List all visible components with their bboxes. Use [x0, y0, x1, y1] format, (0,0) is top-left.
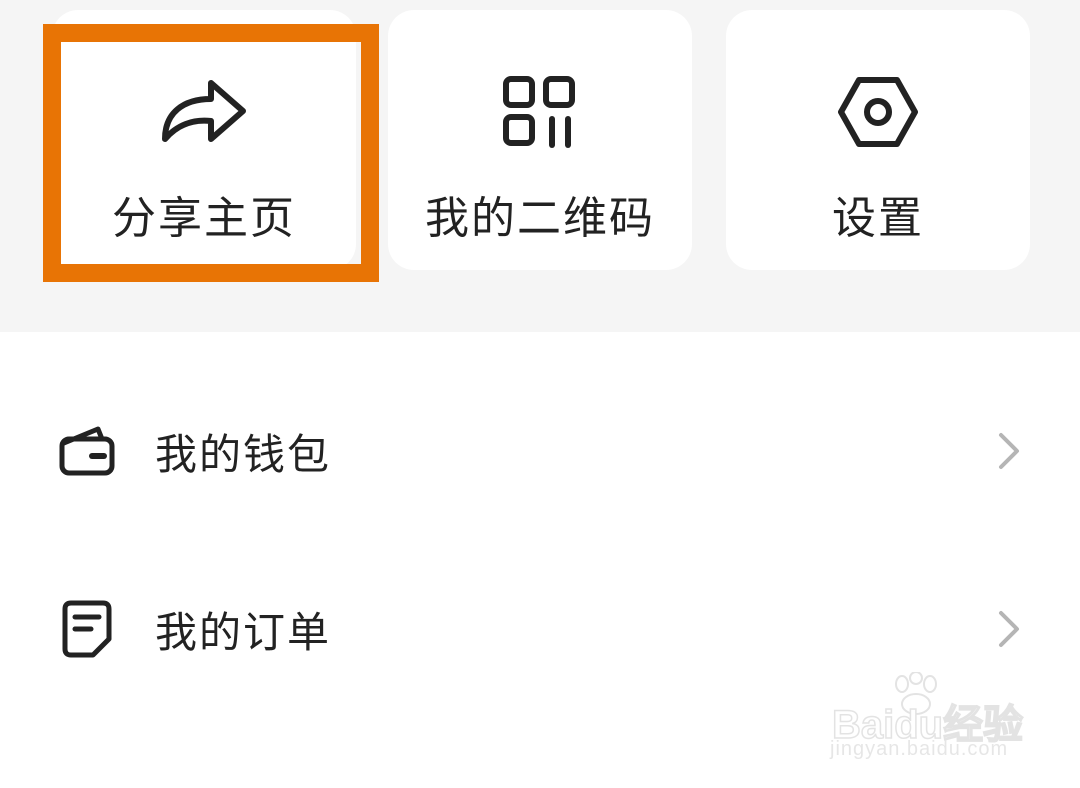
my-qr-code-label: 我的二维码: [425, 193, 655, 244]
settings-label: 设置: [832, 193, 924, 244]
wallet-icon: [58, 422, 116, 480]
share-homepage-label: 分享主页: [112, 193, 296, 244]
settings-card[interactable]: 设置: [726, 10, 1030, 270]
watermark-url: jingyan.baidu.com: [830, 738, 1009, 760]
wallet-label: 我的钱包: [155, 429, 332, 479]
menu-item-orders[interactable]: 我的订单: [0, 554, 1080, 704]
menu-item-wallet[interactable]: 我的钱包: [0, 376, 1080, 526]
chevron-right-icon: [994, 429, 1024, 473]
shortcut-section: 分享主页 我的二维码 设置: [0, 0, 1080, 332]
share-arrow-icon: [159, 72, 249, 152]
share-homepage-card[interactable]: 分享主页: [52, 10, 356, 270]
chevron-right-icon: [994, 607, 1024, 651]
settings-hexagon-icon: [833, 72, 923, 152]
order-document-icon: [58, 600, 116, 658]
my-qr-code-card[interactable]: 我的二维码: [388, 10, 692, 270]
orders-label: 我的订单: [155, 607, 332, 657]
qr-code-icon: [495, 72, 585, 152]
